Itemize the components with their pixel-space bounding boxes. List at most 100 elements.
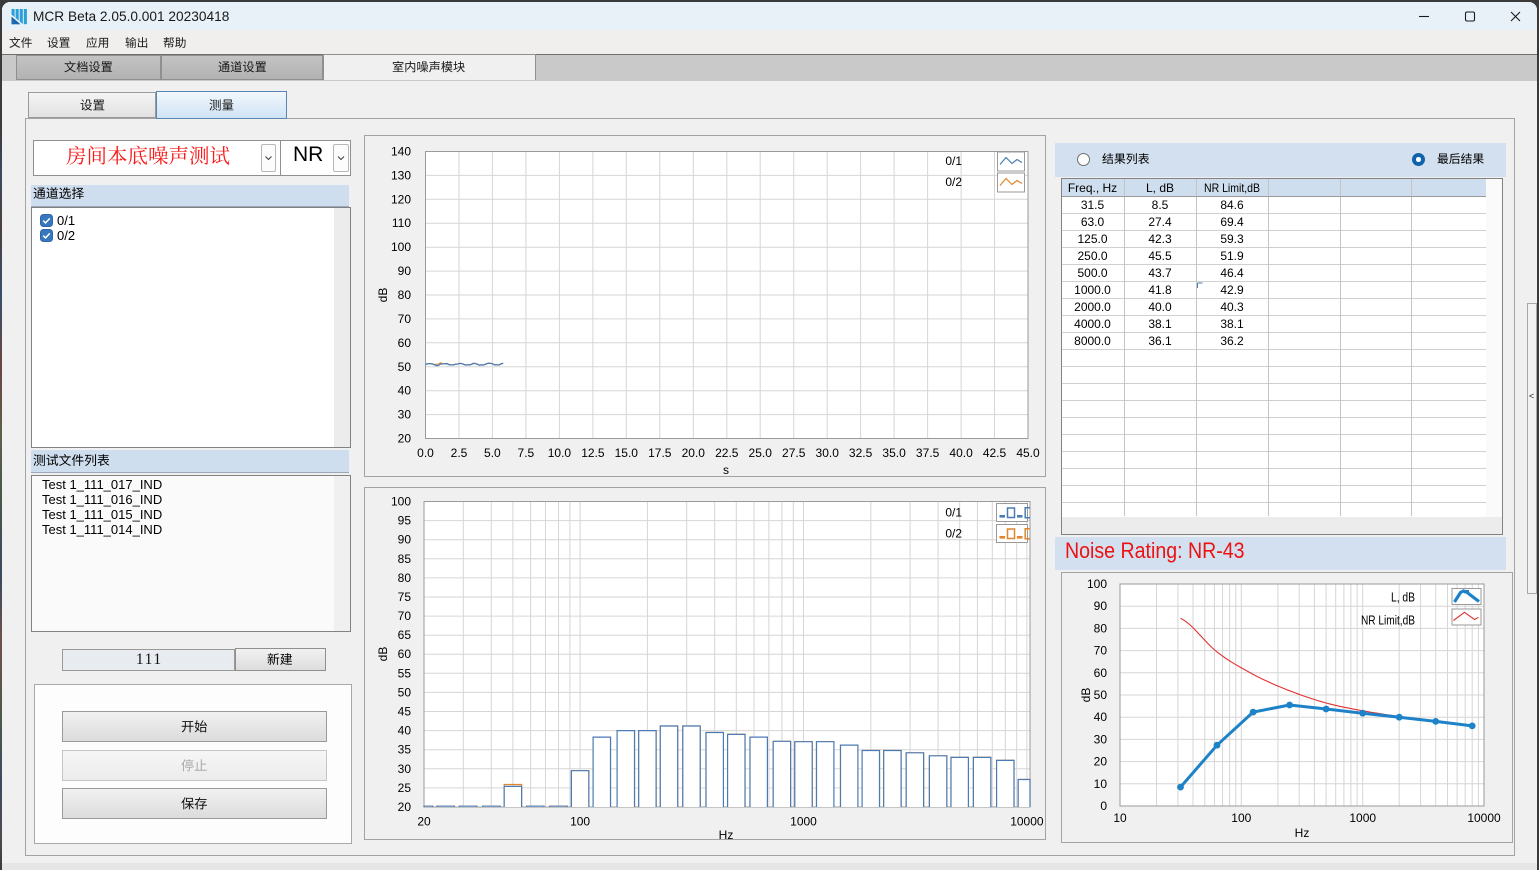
svg-text:10000: 10000 (1010, 815, 1044, 829)
svg-text:0/2: 0/2 (945, 175, 962, 189)
svg-text:10.0: 10.0 (548, 446, 572, 460)
svg-text:12.5: 12.5 (581, 446, 605, 460)
svg-text:Hz: Hz (719, 828, 734, 840)
svg-text:125.0: 125.0 (1077, 232, 1107, 246)
svg-text:140: 140 (391, 145, 411, 159)
svg-text:70: 70 (1094, 644, 1108, 658)
svg-text:90: 90 (398, 264, 412, 278)
svg-text:40: 40 (398, 384, 412, 398)
svg-text:7.5: 7.5 (518, 446, 535, 460)
svg-text:36.1: 36.1 (1148, 334, 1172, 348)
svg-text:110: 110 (392, 216, 411, 230)
svg-text:100: 100 (1087, 577, 1107, 591)
svg-text:0: 0 (1100, 799, 1107, 813)
svg-text:L, dB: L, dB (1391, 590, 1415, 605)
svg-text:100: 100 (1231, 811, 1251, 825)
svg-text:100: 100 (570, 815, 590, 829)
svg-text:20: 20 (398, 432, 412, 446)
svg-text:69.4: 69.4 (1220, 215, 1244, 229)
svg-text:75: 75 (398, 590, 412, 604)
svg-text:NR Limit,dB: NR Limit,dB (1204, 181, 1260, 195)
svg-text:0/1: 0/1 (945, 506, 962, 520)
svg-text:51.9: 51.9 (1220, 249, 1244, 263)
svg-text:NR Limit,dB: NR Limit,dB (1361, 613, 1415, 628)
svg-text:0/1: 0/1 (945, 154, 962, 168)
svg-text:46.4: 46.4 (1220, 266, 1244, 280)
svg-text:100: 100 (391, 495, 411, 509)
svg-text:37.5: 37.5 (916, 446, 940, 460)
svg-text:42.5: 42.5 (983, 446, 1007, 460)
svg-text:1000: 1000 (1349, 811, 1376, 825)
svg-text:8000.0: 8000.0 (1074, 334, 1111, 348)
svg-text:120: 120 (391, 192, 411, 206)
svg-text:42.3: 42.3 (1148, 232, 1172, 246)
svg-text:dB: dB (1079, 688, 1093, 703)
svg-text:s: s (723, 463, 729, 477)
svg-text:L, dB: L, dB (1146, 181, 1174, 195)
svg-text:22.5: 22.5 (715, 446, 739, 460)
svg-text:35.0: 35.0 (882, 446, 906, 460)
svg-text:70: 70 (398, 609, 412, 623)
svg-text:31.5: 31.5 (1081, 198, 1105, 212)
svg-text:27.5: 27.5 (782, 446, 806, 460)
svg-text:20: 20 (1094, 755, 1108, 769)
svg-text:70: 70 (398, 312, 412, 326)
svg-text:5.0: 5.0 (484, 446, 501, 460)
svg-text:55: 55 (398, 666, 412, 680)
svg-text:8.5: 8.5 (1152, 198, 1169, 212)
svg-text:dB: dB (376, 288, 390, 303)
svg-text:1000: 1000 (790, 815, 817, 829)
svg-text:40: 40 (398, 724, 412, 738)
svg-text:20: 20 (417, 815, 431, 829)
svg-text:30: 30 (1094, 732, 1108, 746)
svg-text:10000: 10000 (1467, 811, 1501, 825)
svg-text:dB: dB (376, 647, 390, 662)
svg-text:60: 60 (398, 647, 412, 661)
svg-text:38.1: 38.1 (1220, 317, 1244, 331)
svg-text:27.4: 27.4 (1148, 215, 1172, 229)
svg-text:40: 40 (1094, 710, 1108, 724)
svg-text:42.9: 42.9 (1220, 283, 1244, 297)
svg-text:500.0: 500.0 (1077, 266, 1107, 280)
svg-text:250.0: 250.0 (1077, 249, 1107, 263)
svg-text:38.1: 38.1 (1148, 317, 1172, 331)
svg-text:20: 20 (398, 800, 412, 814)
svg-text:50: 50 (398, 360, 412, 374)
svg-text:15.0: 15.0 (615, 446, 639, 460)
svg-text:2000.0: 2000.0 (1074, 300, 1111, 314)
svg-text:60: 60 (1094, 666, 1108, 680)
svg-text:4000.0: 4000.0 (1074, 317, 1111, 331)
svg-text:0.0: 0.0 (417, 446, 434, 460)
svg-text:45.0: 45.0 (1016, 446, 1040, 460)
svg-text:80: 80 (1094, 621, 1108, 635)
svg-text:25.0: 25.0 (749, 446, 773, 460)
svg-text:40.0: 40.0 (949, 446, 973, 460)
svg-text:80: 80 (398, 571, 412, 585)
svg-text:63.0: 63.0 (1081, 215, 1105, 229)
svg-text:40.0: 40.0 (1148, 300, 1172, 314)
svg-text:95: 95 (398, 514, 412, 528)
svg-text:2.5: 2.5 (451, 446, 468, 460)
svg-text:85: 85 (398, 552, 412, 566)
svg-text:40.3: 40.3 (1220, 300, 1244, 314)
svg-text:35: 35 (398, 743, 412, 757)
svg-text:Freq., Hz: Freq., Hz (1068, 181, 1117, 195)
svg-text:80: 80 (398, 288, 412, 302)
svg-text:84.6: 84.6 (1220, 198, 1244, 212)
svg-text:30: 30 (398, 408, 412, 422)
svg-text:45.5: 45.5 (1148, 249, 1172, 263)
svg-text:30.0: 30.0 (816, 446, 840, 460)
svg-text:90: 90 (398, 533, 412, 547)
svg-text:50: 50 (1094, 688, 1108, 702)
svg-text:130: 130 (391, 168, 411, 182)
svg-text:20.0: 20.0 (682, 446, 706, 460)
svg-text:32.5: 32.5 (849, 446, 873, 460)
svg-text:30: 30 (398, 762, 412, 776)
svg-text:65: 65 (398, 628, 412, 642)
svg-text:1000.0: 1000.0 (1074, 283, 1111, 297)
svg-text:0/2: 0/2 (945, 527, 962, 541)
svg-text:60: 60 (398, 336, 412, 350)
svg-text:17.5: 17.5 (648, 446, 672, 460)
svg-text:Hz: Hz (1295, 826, 1310, 840)
svg-text:43.7: 43.7 (1148, 266, 1172, 280)
